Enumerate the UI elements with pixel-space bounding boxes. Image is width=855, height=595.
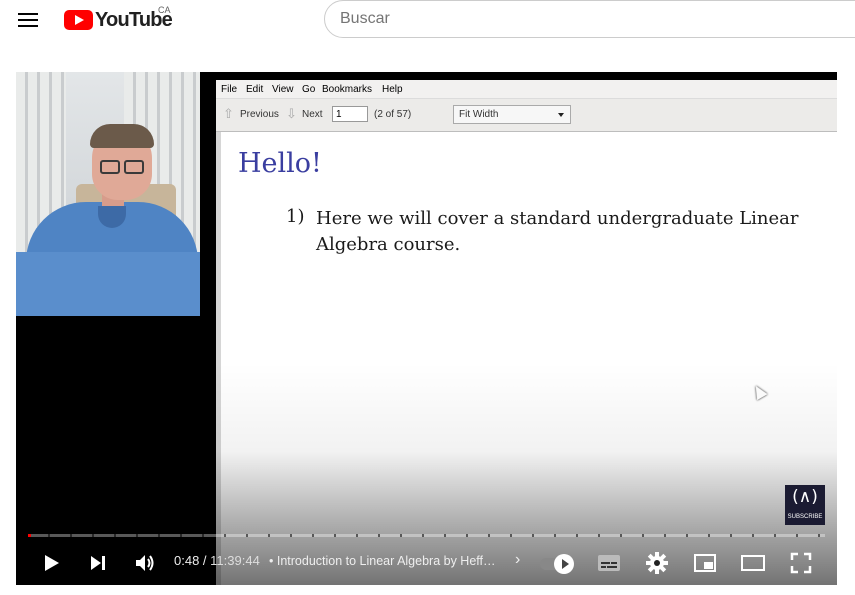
next-icon <box>91 556 105 570</box>
play-icon <box>45 555 59 571</box>
mouse-cursor-icon <box>750 382 768 401</box>
chevron-right-icon[interactable]: › <box>515 551 520 569</box>
volume-button[interactable] <box>132 550 158 576</box>
menu-file[interactable]: File <box>221 84 237 95</box>
fullscreen-button[interactable] <box>788 550 814 576</box>
menu-view[interactable]: View <box>272 84 294 95</box>
chapter-markers <box>28 534 825 537</box>
country-code: CA <box>158 5 171 15</box>
current-time: 0:48 <box>174 553 200 568</box>
next-arrow-icon: ⇩ <box>286 106 297 121</box>
document-title: Hello! <box>238 148 322 179</box>
chapter-title[interactable]: • Introduction to Linear Algebra by Heff… <box>269 554 496 568</box>
youtube-play-icon <box>64 10 93 30</box>
webcam-overlay <box>16 72 200 316</box>
time-separator: / <box>199 553 211 568</box>
watermark-label: SUBSCRIBE <box>787 514 823 520</box>
zoom-value: Fit Width <box>459 109 499 120</box>
video-player[interactable]: File Edit View Go Bookmarks Help ⇧ Previ… <box>16 72 837 585</box>
volume-icon <box>136 555 154 571</box>
menu-edit[interactable]: Edit <box>246 84 263 95</box>
menu-bookmarks[interactable]: Bookmarks <box>322 84 372 95</box>
next-video-button[interactable] <box>85 550 111 576</box>
page-border <box>216 132 221 585</box>
list-item-text: Here we will cover a standard undergradu… <box>316 208 799 255</box>
miniplayer-button[interactable] <box>692 550 718 576</box>
pdf-viewer: File Edit View Go Bookmarks Help ⇧ Previ… <box>216 80 837 585</box>
viewer-toolbar: ⇧ Previous ⇩ Next (2 of 57) Fit Width <box>216 99 837 132</box>
fullscreen-icon <box>790 552 812 574</box>
zoom-select[interactable]: Fit Width <box>453 105 571 124</box>
masthead: YouTube CA <box>0 0 855 40</box>
viewer-menubar: File Edit View Go Bookmarks Help <box>216 80 837 99</box>
theater-icon <box>741 555 765 571</box>
menu-help[interactable]: Help <box>382 84 403 95</box>
time-display: 0:48 / 11:39:44 <box>174 553 260 568</box>
menu-go[interactable]: Go <box>302 84 315 95</box>
search-input[interactable] <box>340 9 820 29</box>
settings-button[interactable] <box>644 550 670 576</box>
menu-icon[interactable] <box>18 12 38 28</box>
progress-bar[interactable] <box>28 534 825 537</box>
dropdown-arrow-icon <box>558 113 564 117</box>
duration: 11:39:44 <box>210 553 260 568</box>
next-button[interactable]: Next <box>302 109 323 120</box>
freecodecamp-logo-icon: (∧) <box>792 487 818 507</box>
page-count: (2 of 57) <box>374 109 412 120</box>
previous-arrow-icon: ⇧ <box>223 106 234 121</box>
autoplay-toggle[interactable] <box>540 554 574 574</box>
list-item-number: 1) <box>286 206 305 227</box>
settings-icon <box>646 552 668 574</box>
subtitles-button[interactable] <box>596 550 622 576</box>
subtitles-icon <box>598 555 620 571</box>
miniplayer-icon <box>694 554 716 572</box>
player-controls: 0:48 / 11:39:44 • Introduction to Linear… <box>16 542 837 585</box>
autoplay-play-icon <box>554 554 574 574</box>
theater-mode-button[interactable] <box>740 550 766 576</box>
search-box <box>324 0 855 38</box>
page-number-input[interactable] <box>332 106 368 122</box>
play-button[interactable] <box>38 550 64 576</box>
subscribe-watermark[interactable]: (∧) SUBSCRIBE <box>785 485 825 525</box>
previous-button[interactable]: Previous <box>240 109 279 120</box>
